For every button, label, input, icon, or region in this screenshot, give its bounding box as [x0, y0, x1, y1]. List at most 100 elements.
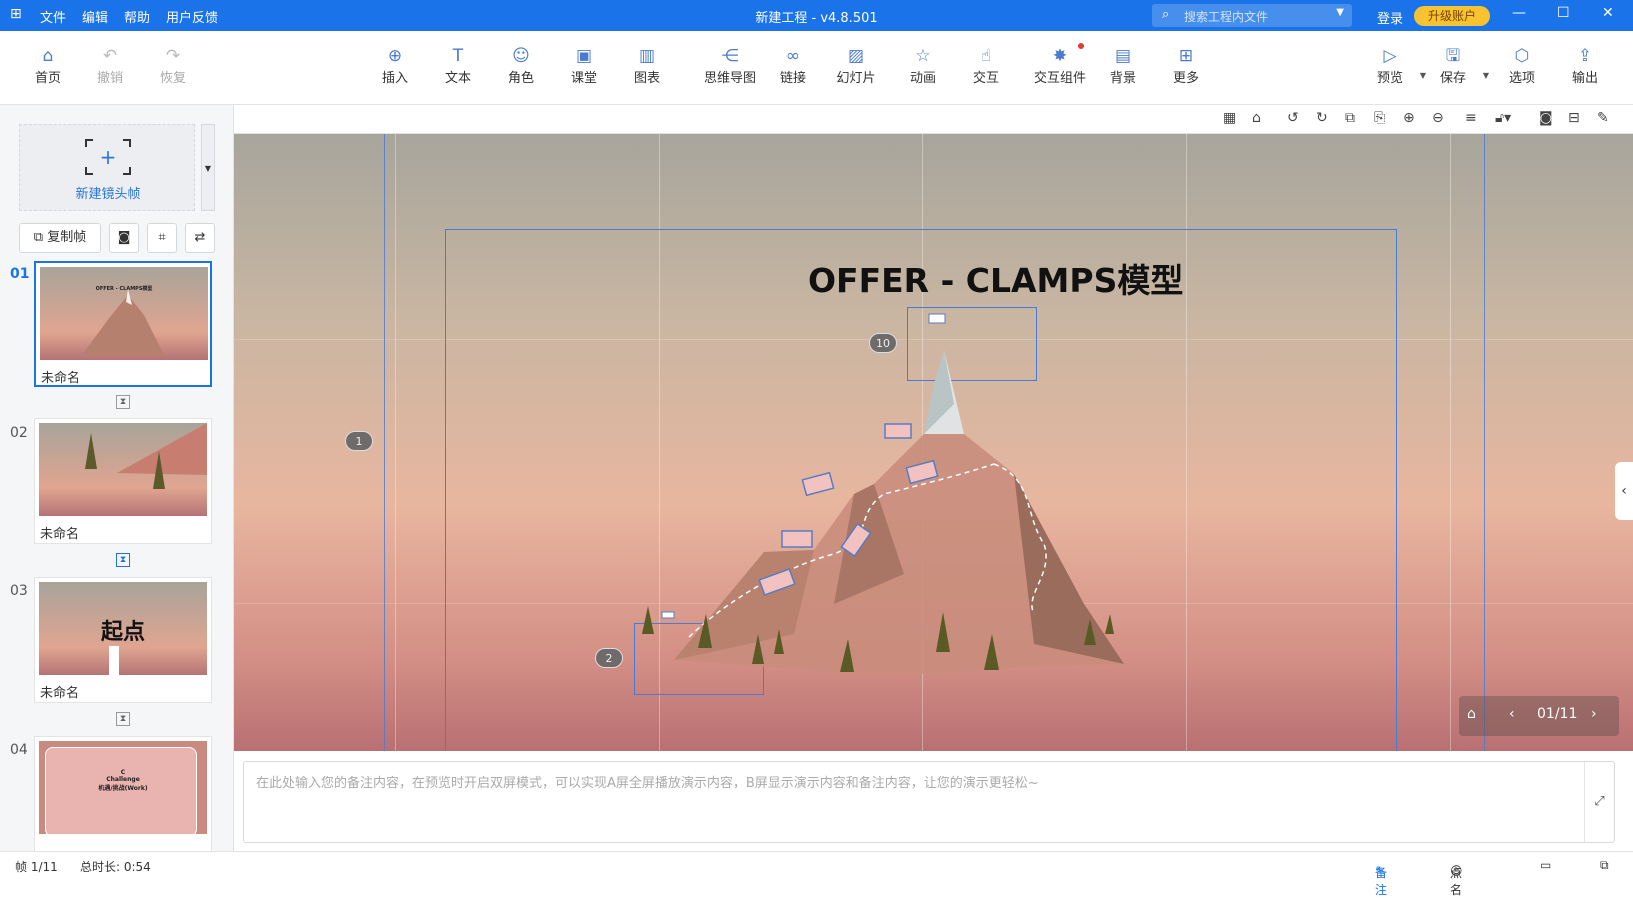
zoom-in-icon[interactable]: ⊕ [1403, 110, 1415, 126]
frame-thumbnail-3[interactable]: 起点 未命名 [34, 577, 212, 703]
frame-thumbnail-1[interactable]: OFFER - CLAMPS模型 未命名 [34, 261, 212, 387]
upgrade-button[interactable]: 升级账户 [1414, 6, 1490, 26]
align-icon[interactable]: ≡ [1465, 110, 1477, 126]
thumbnail-caption: 起点 [100, 620, 145, 645]
copy-frame-button[interactable]: ⧉ 复制帧 [19, 223, 101, 253]
chevron-down-icon[interactable]: ▼ [1483, 71, 1489, 80]
prev-icon[interactable]: ‹ [1509, 706, 1515, 722]
frame-name: 未命名 [41, 371, 81, 386]
notes-input[interactable]: 在此处输入您的备注内容，在预览时开启双屏模式，可以实现A屏全屏播放演示内容，B屏… [243, 761, 1615, 843]
role-button[interactable]: ☺ 角色 [491, 45, 551, 86]
redo-button[interactable]: ↷ 恢复 [143, 45, 203, 86]
scan-frame-button[interactable]: ⌗ [147, 223, 177, 253]
thumbnail-image: 起点 [39, 582, 207, 675]
insert-button[interactable]: ⊕ 插入 [365, 45, 425, 86]
expand-icon[interactable]: ⤢ [1584, 762, 1614, 842]
person-icon: ☺ [512, 46, 530, 66]
layer-icon[interactable]: ⊟ [1568, 110, 1580, 126]
app-logo-icon[interactable]: ⊞ [10, 6, 22, 22]
new-frame-label: 新建镜头帧 [75, 187, 141, 202]
frame-thumbnail-4[interactable]: C Challenge 机遇/挑战(Work) [34, 736, 212, 851]
menu-edit[interactable]: 编辑 [82, 7, 108, 26]
zoom-out-icon[interactable]: ⊖ [1432, 110, 1444, 126]
chart-icon: ▥ [638, 46, 656, 66]
expand-right-panel-button[interactable]: ‹ [1615, 462, 1633, 520]
home-button[interactable]: ⌂ 首页 [18, 45, 78, 86]
options-button[interactable]: ⬡ 选项 [1492, 45, 1552, 86]
chart-button[interactable]: ▥ 图表 [617, 45, 677, 86]
slide-icon: ▨ [847, 46, 865, 66]
close-icon[interactable]: ✕ [1602, 5, 1614, 21]
swap-icon: ⇄ [194, 230, 206, 245]
slide-label: 幻灯片 [836, 71, 876, 86]
search-input[interactable]: ⌕ 搜索工程内文件 ▼ [1152, 4, 1352, 27]
menu-file[interactable]: 文件 [40, 7, 66, 26]
transition-icon[interactable]: ⧗ [116, 395, 130, 409]
screen-icon[interactable]: ▭ [1540, 858, 1551, 872]
ruler-icon[interactable]: ▦ [1223, 110, 1236, 126]
text-button[interactable]: T 文本 [428, 45, 488, 86]
frame-counter: 帧 1/11 [15, 860, 58, 874]
chart-label: 图表 [633, 71, 660, 86]
mindmap-button[interactable]: ⋲ 思维导图 [690, 45, 770, 86]
transition-icon[interactable]: ⧗ [116, 553, 130, 567]
paste-icon[interactable]: ⎘ [1374, 110, 1385, 126]
classroom-button[interactable]: ▣ 课堂 [554, 45, 614, 86]
animation-button[interactable]: ☆ 动画 [893, 45, 953, 86]
frame-thumbnail-2[interactable]: 未命名 [34, 418, 212, 544]
star-icon: ☆ [915, 46, 931, 66]
thumbnail-caption: C Challenge 机遇/挑战(Work) [98, 769, 148, 792]
search-placeholder: 搜索工程内文件 [1184, 10, 1269, 24]
next-icon[interactable]: › [1591, 706, 1597, 722]
window-icon[interactable]: ⧉ [1600, 858, 1609, 873]
home-icon[interactable]: ⌂ [1467, 706, 1476, 722]
home-view-icon[interactable]: ⌂ [1252, 110, 1261, 126]
chevron-down-icon[interactable]: ▼ [1336, 7, 1344, 18]
slide-button[interactable]: ▨ 幻灯片 [826, 45, 886, 86]
copy-icon[interactable]: ⧉ [1345, 110, 1355, 126]
transition-icon[interactable]: ⧗ [116, 712, 130, 726]
preview-icon: ▷ [1383, 46, 1397, 66]
pointer-icon: ☝ [980, 46, 992, 66]
background-button[interactable]: ▤ 背景 [1093, 45, 1153, 86]
slide-canvas[interactable]: OFFER - CLAMPS模型 10 1 2 [234, 134, 1633, 751]
slide-navigator: ⌂ ‹ 01/11 › [1459, 696, 1619, 736]
minimize-icon[interactable]: — [1512, 5, 1526, 21]
save-button[interactable]: 🖫 保存 ▼ [1423, 45, 1489, 86]
copy-icon: ⧉ [33, 230, 48, 245]
interaction-button[interactable]: ☝ 交互 [956, 45, 1016, 86]
animation-label: 动画 [909, 71, 936, 86]
export-button[interactable]: ⇪ 输出 [1555, 45, 1615, 86]
home-label: 首页 [34, 71, 61, 86]
copy-frame-label: 复制帧 [47, 230, 87, 245]
rotate-right-icon[interactable]: ↻ [1316, 110, 1328, 126]
undo-icon: ↶ [102, 46, 118, 66]
preview-button[interactable]: ▷ 预览 ▼ [1360, 45, 1426, 86]
new-frame-dropdown[interactable]: ▼ [201, 124, 215, 211]
text-label: 文本 [444, 71, 471, 86]
menu-feedback[interactable]: 用户反馈 [166, 7, 218, 26]
new-frame-button[interactable]: + 新建镜头帧 [19, 124, 195, 211]
page-indicator: 01/11 [1537, 706, 1578, 722]
plus-icon: + [99, 145, 117, 169]
mindmap-label: 思维导图 [703, 71, 756, 86]
edit-icon[interactable]: ✎ [1597, 110, 1609, 126]
sort-frames-button[interactable]: ⇄ [185, 223, 215, 253]
rotate-left-icon[interactable]: ↺ [1287, 110, 1299, 126]
undo-button[interactable]: ↶ 撤销 [80, 45, 140, 86]
menu-help[interactable]: 帮助 [124, 7, 150, 26]
mountain-thumb-icon [82, 289, 164, 355]
camera-icon[interactable]: ◙ [1539, 110, 1553, 126]
plus-circle-icon: ⊕ [387, 46, 403, 66]
role-label: 角色 [507, 71, 534, 86]
camera-button[interactable]: ◙ [109, 223, 139, 253]
interactive-component-button[interactable]: ✸ 交互组件 [1024, 43, 1096, 86]
login-link[interactable]: 登录 [1377, 8, 1403, 27]
link-button[interactable]: ∞ 链接 [763, 45, 823, 86]
maximize-icon[interactable]: ☐ [1557, 5, 1570, 21]
save-icon: 🖫 [1445, 46, 1461, 66]
more-button[interactable]: ⊞ 更多 [1156, 45, 1216, 86]
interaction-label: 交互 [972, 71, 999, 86]
lock-icon[interactable]: 🔓︎▾ [1495, 110, 1511, 126]
interactive-component-icon: ✸ [1052, 46, 1068, 66]
